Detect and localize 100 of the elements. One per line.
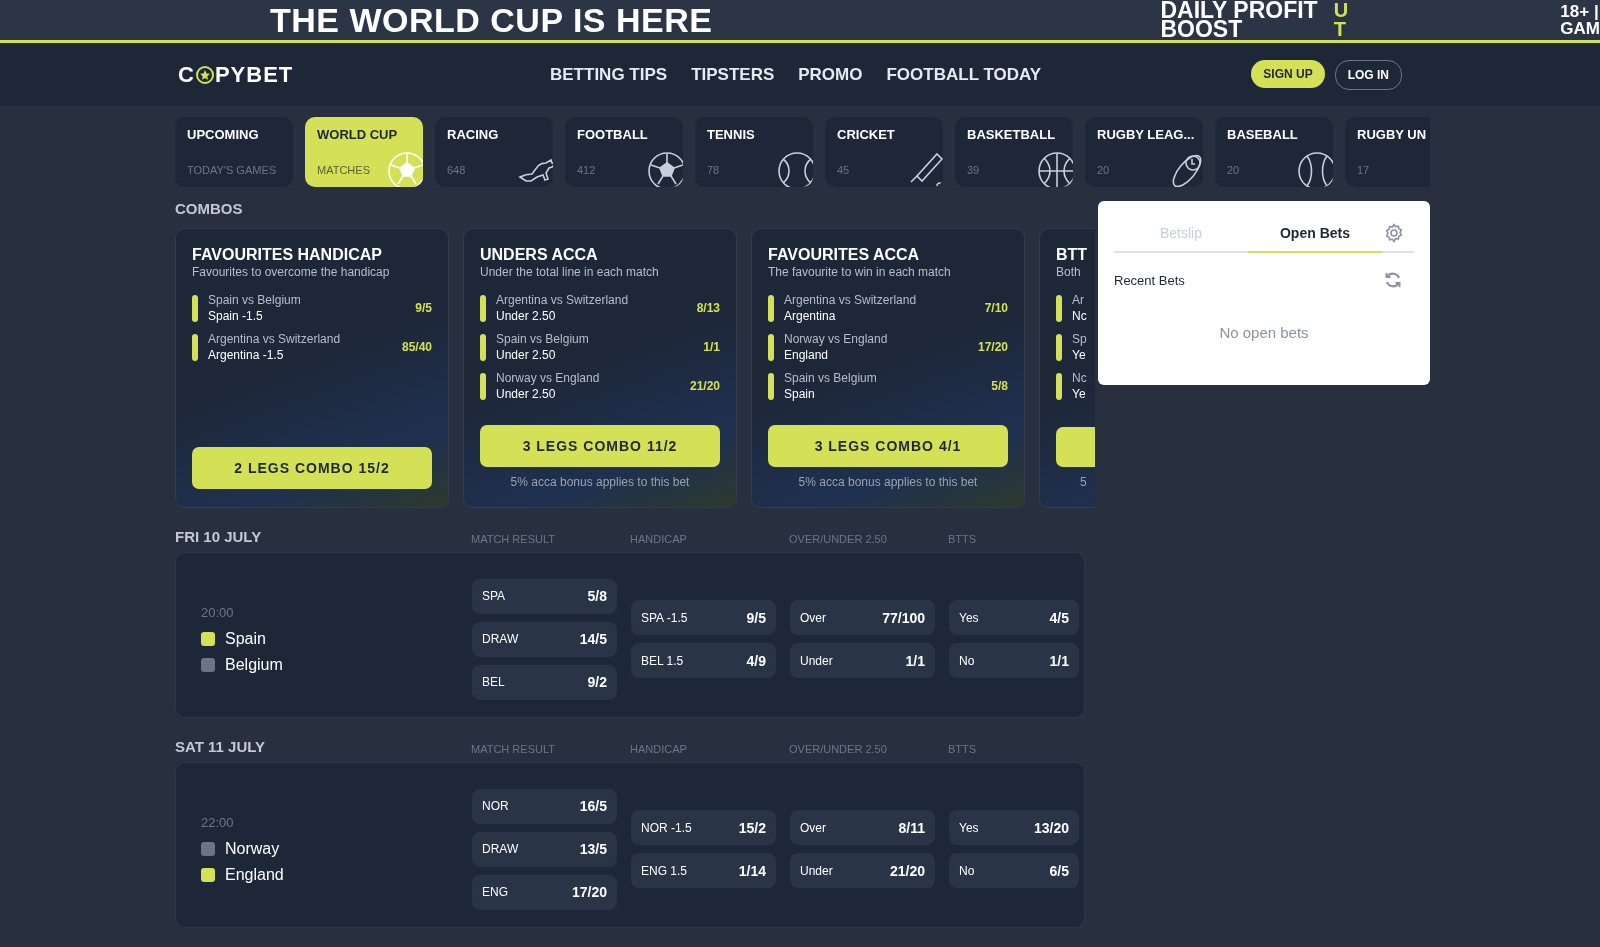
nav-link[interactable]: PROMO (798, 64, 863, 85)
leg-match: Norway vs England (496, 371, 601, 385)
category-tab[interactable]: RUGBY UN 17 (1345, 117, 1430, 187)
leg-odds: 21/20 (689, 379, 720, 393)
odds-button[interactable]: DRAW 13/5 (472, 831, 617, 867)
category-title: UPCOMING (187, 127, 260, 142)
bonus-note: 5% acca bonus applies to this bet (510, 475, 690, 489)
odds-button[interactable]: SPA 5/8 (472, 578, 617, 614)
odds-button[interactable]: BEL 9/2 (472, 664, 617, 700)
combo-subtitle: Under the total line in each match (480, 265, 660, 279)
leg-marker (1056, 294, 1062, 322)
category-tab[interactable]: RUGBY LEAG... 20 (1085, 117, 1203, 187)
team-name: England (225, 865, 284, 884)
leg-match: Norway vs England (784, 332, 889, 346)
category-tab[interactable]: BASEBALL 20 (1215, 117, 1333, 187)
promo-text: DAILY PROFIT (1160, 1, 1318, 20)
promo-text: BOOST (1160, 20, 1243, 39)
odds-button[interactable]: No 6/5 (949, 853, 1079, 888)
odds-button[interactable]: Over 77/100 (790, 600, 935, 635)
leg-pick: Spain (784, 387, 816, 401)
odds-button[interactable]: Over 8/11 (790, 810, 935, 845)
logo[interactable]: C PYBET (178, 61, 550, 88)
category-tab[interactable]: BASKETBALL 39 (955, 117, 1073, 187)
category-tab[interactable]: RACING 648 (435, 117, 553, 187)
leg-marker (192, 294, 198, 322)
odds-button[interactable]: BEL 1.5 4/9 (631, 643, 776, 678)
odds-button[interactable]: SPA -1.5 9/5 (631, 600, 776, 635)
odds-button[interactable]: DRAW 14/5 (472, 621, 617, 657)
leg-odds: 5/8 (991, 379, 1008, 393)
basketball-icon (1037, 151, 1073, 187)
combo-button[interactable]: 3 LEGS COMBO 11/2 (480, 425, 720, 467)
combo-subtitle: Favourites to overcome the handicap (192, 265, 391, 279)
age-notice: 18+ | (1560, 3, 1600, 20)
combo-button[interactable]: 3 LEGS COMBO 4/1 (768, 425, 1008, 467)
refresh-icon[interactable] (1384, 271, 1402, 289)
category-tab[interactable]: UPCOMING TODAY'S GAMES (175, 117, 293, 187)
team-name: Norway (225, 839, 280, 858)
odds-button[interactable]: Under 21/20 (790, 853, 935, 888)
leg-pick: Argentina -1.5 (208, 348, 285, 362)
category-title: CRICKET (837, 127, 896, 142)
leg-marker (768, 294, 774, 322)
star-ball-icon (195, 65, 214, 84)
category-count: 648 (447, 164, 467, 176)
nav-link[interactable]: FOOTBALL TODAY (886, 64, 1042, 85)
leg-match: Ar (1072, 293, 1085, 307)
category-title: FOOTBALL (577, 127, 649, 142)
combo-subtitle: The favourite to win in each match (768, 265, 952, 279)
category-count: 78 (707, 164, 721, 176)
leg-pick: Spain -1.5 (208, 309, 264, 323)
category-tab[interactable]: TENNIS 78 (695, 117, 813, 187)
category-title: RACING (447, 127, 500, 142)
combo-title: FAVOURITES HANDICAP (192, 246, 383, 264)
category-title: BASEBALL (1227, 127, 1299, 142)
odds-button[interactable]: No 1/1 (949, 643, 1079, 678)
odds-button[interactable]: ENG 1.5 1/14 (631, 853, 776, 888)
soccer-ball-icon (647, 151, 683, 187)
bonus-note: 5 (1080, 475, 1087, 489)
odds-button[interactable]: NOR 16/5 (472, 788, 617, 824)
log-in-button[interactable]: LOG IN (1334, 59, 1402, 90)
leg-match: Nc (1072, 371, 1088, 385)
category-tab[interactable]: FOOTBALL 412 (565, 117, 683, 187)
combo-button[interactable]: 2 LEGS COMBO 15/2 (192, 447, 432, 489)
accent-text: U (1333, 1, 1349, 20)
category-tab[interactable]: WORLD CUP MATCHES (305, 117, 423, 187)
column-heading: MATCH RESULT (471, 533, 556, 545)
leg-pick: Under 2.50 (496, 309, 557, 323)
nav-link[interactable]: TIPSTERS (691, 64, 775, 85)
column-heading: MATCH RESULT (471, 743, 556, 755)
age-notice: GAM (1560, 20, 1600, 37)
combo-title: UNDERS ACCA (480, 246, 599, 264)
odds-button[interactable]: Under 1/1 (790, 643, 935, 678)
category-title: RUGBY UN (1357, 127, 1428, 142)
leg-odds: 8/13 (696, 301, 720, 315)
category-count: 17 (1357, 164, 1371, 176)
column-heading: BTTS (948, 533, 978, 545)
betslip-tab[interactable]: Open Bets (1248, 215, 1382, 253)
odds-button[interactable]: Yes 13/20 (949, 810, 1079, 845)
leg-match: Spain vs Belgium (496, 332, 590, 346)
leg-match: Spain vs Belgium (784, 371, 878, 385)
category-count: 20 (1227, 164, 1241, 176)
odds-button[interactable]: Yes 4/5 (949, 600, 1079, 635)
combo-subtitle: Both (1056, 265, 1082, 279)
odds-button[interactable]: ENG 17/20 (472, 874, 617, 910)
nav-link[interactable]: BETTING TIPS (550, 64, 668, 85)
leg-match: Argentina vs Switzerland (496, 293, 630, 307)
leg-match: Argentina vs Switzerland (784, 293, 918, 307)
category-tab[interactable]: CRICKET 45 (825, 117, 943, 187)
leg-pick: Nc (1072, 309, 1088, 323)
category-title: BASKETBALL (967, 127, 1057, 142)
odds-button[interactable]: NOR -1.5 15/2 (631, 810, 776, 845)
settings-icon[interactable] (1384, 223, 1404, 243)
leg-marker (192, 333, 198, 361)
leg-marker (768, 333, 774, 361)
leg-pick: Ye (1072, 348, 1087, 362)
leg-pick: England (784, 348, 830, 362)
section-label: Recent Bets (1114, 272, 1185, 288)
bonus-note: 5% acca bonus applies to this bet (798, 475, 978, 489)
sign-up-button[interactable]: SIGN UP (1251, 59, 1325, 88)
leg-pick: Ye (1072, 387, 1087, 401)
leg-odds: 17/20 (977, 340, 1008, 354)
